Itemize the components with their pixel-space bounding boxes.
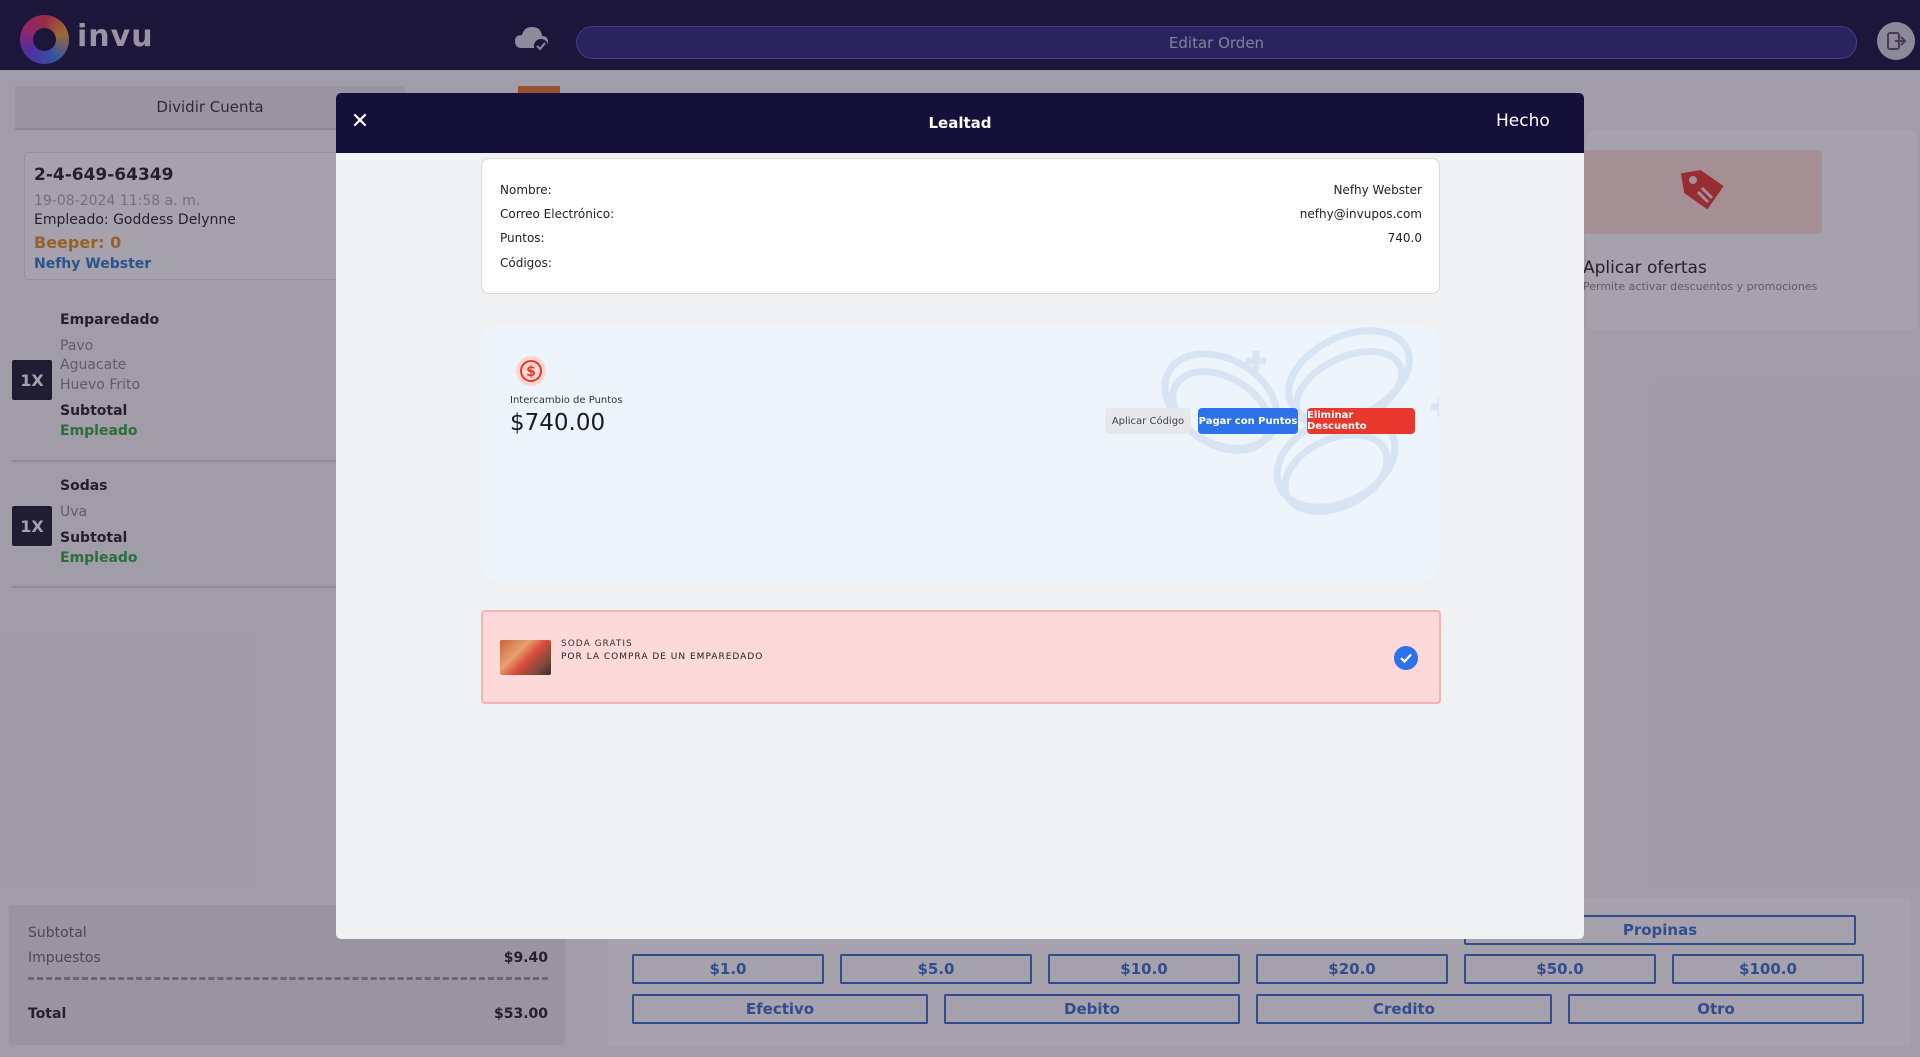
codes-label: Códigos: — [500, 256, 552, 270]
apply-code-button[interactable]: Aplicar Código — [1105, 408, 1191, 434]
name-label: Nombre: — [500, 183, 552, 197]
email-label: Correo Electrónico: — [500, 207, 615, 221]
points-label: Puntos: — [500, 231, 545, 245]
info-row-codes: Códigos: — [500, 256, 1422, 270]
svg-text:$: $ — [526, 364, 536, 380]
reward-title: SODA GRATIS — [561, 639, 633, 649]
email-value: nefhy@invupos.com — [1299, 207, 1422, 221]
info-row-name: Nombre: Nefhy Webster — [500, 183, 1422, 197]
info-row-points: Puntos: 740.0 — [500, 231, 1422, 245]
info-row-email: Correo Electrónico: nefhy@invupos.com — [500, 207, 1422, 221]
done-button[interactable]: Hecho — [1496, 111, 1550, 131]
dollar-coin-icon: $ — [516, 356, 546, 386]
pay-with-points-button[interactable]: Pagar con Puntos — [1198, 408, 1298, 434]
reward-item[interactable]: SODA GRATIS POR LA COMPRA DE UN EMPAREDA… — [481, 610, 1441, 704]
modal-title: Lealtad — [928, 114, 992, 132]
close-icon: ✕ — [350, 108, 370, 134]
points-exchange-amount: $740.00 — [510, 410, 606, 436]
points-exchange-card: $ Intercambio de Puntos $740.00 Aplicar … — [481, 325, 1439, 582]
points-exchange-label: Intercambio de Puntos — [510, 395, 623, 406]
customer-info-card: Nombre: Nefhy Webster Correo Electrónico… — [481, 158, 1440, 294]
checkmark-icon — [1400, 653, 1412, 664]
name-value: Nefhy Webster — [1333, 183, 1422, 197]
modal-header: Lealtad ✕ Hecho — [336, 93, 1584, 153]
reward-description: POR LA COMPRA DE UN EMPAREDADO — [561, 652, 764, 662]
close-button[interactable]: ✕ — [344, 105, 376, 137]
points-value: 740.0 — [1387, 231, 1422, 245]
remove-discount-button[interactable]: Eliminar Descuento — [1307, 408, 1415, 434]
selected-check-icon[interactable] — [1394, 646, 1418, 670]
loyalty-modal: Lealtad ✕ Hecho Nombre: Nefhy Webster Co… — [336, 93, 1584, 939]
reward-image — [500, 640, 551, 675]
